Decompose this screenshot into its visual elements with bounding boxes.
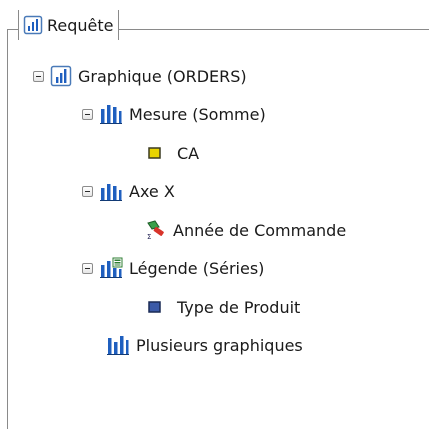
tree-node-root[interactable]: Graphique (ORDERS) [33, 64, 247, 88]
tree-node-legend[interactable]: Légende (Séries) [82, 256, 264, 280]
tree-node-label: CA [177, 143, 200, 163]
query-group-title: Requête [47, 15, 114, 35]
chart-icon [50, 65, 72, 87]
tree-node-legend-product-type[interactable]: Type de Produit [147, 295, 300, 319]
collapse-toggle[interactable] [33, 70, 44, 82]
legend-chart-icon [99, 257, 123, 279]
tree-node-label: Plusieurs graphiques [136, 335, 303, 355]
svg-text:Σ: Σ [147, 233, 151, 241]
bar-chart-icon [106, 334, 130, 356]
dimension-square-icon [147, 299, 163, 315]
dimension-icon: Σ [145, 219, 167, 241]
chart-icon [23, 15, 43, 35]
bar-chart-icon [99, 180, 123, 202]
tree-node-xaxis[interactable]: Axe X [82, 179, 175, 203]
tree-node-label: Mesure (Somme) [129, 104, 266, 124]
tree-node-label: Graphique (ORDERS) [78, 66, 247, 86]
query-group-header: Requête [18, 10, 119, 40]
tree-node-label: Type de Produit [177, 297, 301, 317]
tree-node-label: Axe X [129, 181, 175, 201]
collapse-toggle[interactable] [82, 262, 93, 274]
bar-chart-icon [99, 103, 123, 125]
collapse-toggle[interactable] [82, 185, 93, 197]
tree-node-measure-ca[interactable]: CA [147, 141, 199, 165]
measure-square-icon [147, 145, 163, 161]
tree-node-xaxis-year[interactable]: Σ Année de Commande [145, 218, 346, 242]
tree-node-label: Année de Commande [173, 220, 347, 240]
tree-node-multiple-charts[interactable]: Plusieurs graphiques [106, 333, 303, 357]
tree-node-measure[interactable]: Mesure (Somme) [82, 102, 266, 126]
tree-node-label: Légende (Séries) [129, 258, 265, 278]
query-panel: Requête Graphique (ORDERS) Mesure (Somme… [0, 0, 429, 429]
collapse-toggle[interactable] [82, 108, 93, 120]
